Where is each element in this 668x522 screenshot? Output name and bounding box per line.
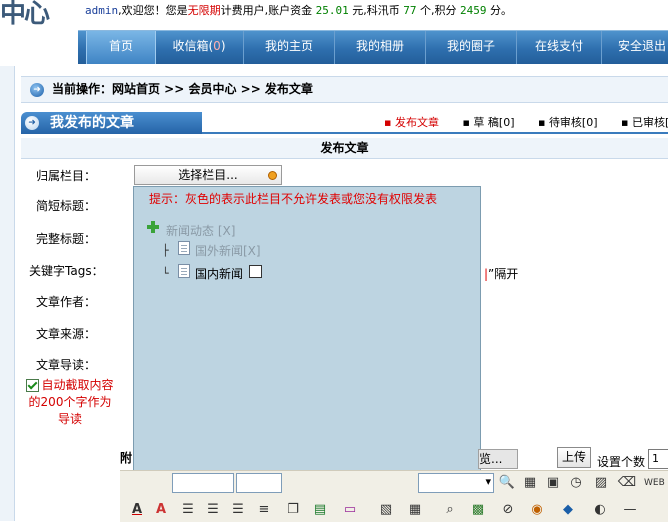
main-nav: 首页 收信箱(0) 我的主页 我的相册 我的圈子 在线支付 安全退出 bbox=[78, 30, 668, 64]
nav-tab-online-pay[interactable]: 在线支付 bbox=[517, 31, 602, 64]
paste-word-icon[interactable]: ▤ bbox=[310, 500, 330, 520]
tree-node-news: 新闻动态 [X] bbox=[166, 224, 236, 238]
table-insert-icon[interactable]: ▦ bbox=[405, 500, 425, 520]
user-status-line: admin,欢迎您！您是无限期计费用户,账户资金 25.01 元,科汛币 77 … bbox=[85, 4, 512, 17]
nav-tab-my-album[interactable]: 我的相册 bbox=[335, 31, 426, 64]
arrow-circle-icon: ➜ bbox=[30, 83, 44, 97]
dropdown-dot-icon bbox=[268, 171, 277, 180]
arrow-circle-icon: ➜ bbox=[25, 116, 39, 130]
chevron-down-icon: ▾ bbox=[485, 475, 491, 488]
member-type: 无限期 bbox=[187, 4, 221, 17]
keywords-label: 关键字Tags： bbox=[29, 264, 104, 278]
points-value: 2459 bbox=[460, 4, 487, 17]
find-icon[interactable]: 🔍 bbox=[497, 473, 517, 493]
subnav-pending[interactable]: ▪ 待审核[0] bbox=[538, 116, 608, 129]
breadcrumb: ➜ 当前操作：网站首页 >> 会员中心 >> 发布文章 bbox=[21, 76, 668, 103]
breadcrumb-text: 当前操作：网站首页 >> 会员中心 >> 发布文章 bbox=[52, 82, 313, 96]
clock-icon[interactable]: ◷ bbox=[566, 473, 586, 493]
subnav-publish[interactable]: ▪ 发布文章 bbox=[384, 116, 449, 129]
select-category-button[interactable]: 选择栏目... bbox=[134, 165, 282, 185]
section-title: 我发布的文章 bbox=[50, 115, 134, 131]
size-select[interactable] bbox=[236, 473, 282, 493]
copy-icon[interactable]: ❐ bbox=[283, 500, 303, 520]
document-icon bbox=[178, 264, 190, 278]
auto-summary-checkbox[interactable] bbox=[26, 379, 40, 392]
nav-tab-inbox[interactable]: 收信箱(0) bbox=[155, 31, 244, 64]
text-color-icon[interactable]: A bbox=[127, 500, 147, 520]
site-logo: 中心 中心 bbox=[0, 0, 78, 30]
balance-value: 25.01 bbox=[315, 4, 349, 17]
tree-expand-icon[interactable] bbox=[147, 221, 159, 233]
web-icon[interactable]: WEB bbox=[644, 473, 665, 493]
align-left-icon[interactable]: ☰ bbox=[178, 500, 198, 520]
tree-node-domestic-news[interactable]: 国内新闻 bbox=[195, 265, 243, 282]
set-count-label: 设置个数 bbox=[597, 455, 646, 469]
section-divider bbox=[202, 132, 668, 134]
form-title: 发布文章 bbox=[21, 138, 668, 159]
subnav-approved[interactable]: ▪ 已审核[9 bbox=[621, 116, 668, 129]
eraser-icon[interactable]: ⌫ bbox=[617, 473, 637, 493]
align-center-icon[interactable]: ☰ bbox=[203, 500, 223, 520]
emoticon-icon[interactable]: ◉ bbox=[527, 500, 547, 520]
intro-label: 文章导读： bbox=[36, 358, 97, 372]
search-icon[interactable]: ⌕ bbox=[440, 500, 460, 520]
coins-value: 77 bbox=[403, 4, 417, 17]
author-label: 文章作者： bbox=[36, 295, 97, 309]
count-input[interactable]: 1 bbox=[648, 449, 668, 469]
link-icon[interactable]: ◐ bbox=[590, 500, 610, 520]
document-icon bbox=[178, 241, 190, 255]
font-select[interactable] bbox=[172, 473, 234, 493]
table-icon[interactable]: ▦ bbox=[520, 473, 540, 493]
browse-button[interactable]: 览... bbox=[478, 449, 518, 469]
popup-hint: 提示：灰色的表示此栏目不允许发表或您没有权限发表 bbox=[149, 192, 438, 206]
nav-tab-home[interactable]: 首页 bbox=[86, 31, 156, 64]
media-icon[interactable]: ▭ bbox=[340, 500, 360, 520]
attachment-label: 附 bbox=[120, 451, 133, 465]
nav-tab-logout[interactable]: 安全退出 bbox=[602, 31, 668, 64]
image-icon[interactable]: ▧ bbox=[376, 500, 396, 520]
list-icon[interactable]: ≡ bbox=[254, 500, 274, 520]
upload-button[interactable]: 上传 bbox=[557, 447, 591, 468]
left-sidebar-edge bbox=[0, 66, 15, 521]
tree-node-foreign-news: 国外新闻[X] bbox=[195, 244, 261, 258]
style-select[interactable]: ▾ bbox=[418, 473, 494, 493]
full-title-label: 完整标题： bbox=[36, 232, 97, 246]
site-logo-sub: 中心 bbox=[0, 26, 24, 30]
flash-icon[interactable]: ⊘ bbox=[498, 500, 518, 520]
hr-icon[interactable]: — bbox=[620, 500, 640, 520]
align-right-icon[interactable]: ☰ bbox=[228, 500, 248, 520]
source-label: 文章来源： bbox=[36, 327, 97, 341]
username: admin bbox=[85, 4, 119, 17]
category-label: 归属栏目： bbox=[36, 169, 97, 183]
picture-icon[interactable]: ▩ bbox=[468, 500, 488, 520]
subnav-drafts[interactable]: ▪ 草 稿[0] bbox=[462, 116, 524, 129]
domestic-news-checkbox[interactable] bbox=[249, 265, 262, 278]
format-icon[interactable]: ▨ bbox=[591, 473, 611, 493]
article-subnav: ▪ 发布文章 ▪ 草 稿[0] ▪ 待审核[0] ▪ 已审核[9 bbox=[384, 114, 668, 130]
tree-branch-icon: ├ bbox=[162, 244, 169, 257]
auto-summary-option[interactable]: 自动截取内容的200个字作为导读 bbox=[24, 377, 116, 428]
calendar-icon[interactable]: ▣ bbox=[543, 473, 563, 493]
bg-color-icon[interactable]: A bbox=[151, 500, 171, 520]
short-title-label: 简短标题： bbox=[36, 199, 97, 213]
tree-branch-end-icon: └ bbox=[162, 267, 169, 280]
tags-hint-tail: |”隔开 bbox=[484, 267, 519, 281]
help-icon[interactable]: ◆ bbox=[558, 500, 578, 520]
nav-tab-my-circle[interactable]: 我的圈子 bbox=[426, 31, 517, 64]
section-header: ➜ 我发布的文章 bbox=[21, 112, 202, 134]
nav-tab-my-home[interactable]: 我的主页 bbox=[244, 31, 335, 64]
